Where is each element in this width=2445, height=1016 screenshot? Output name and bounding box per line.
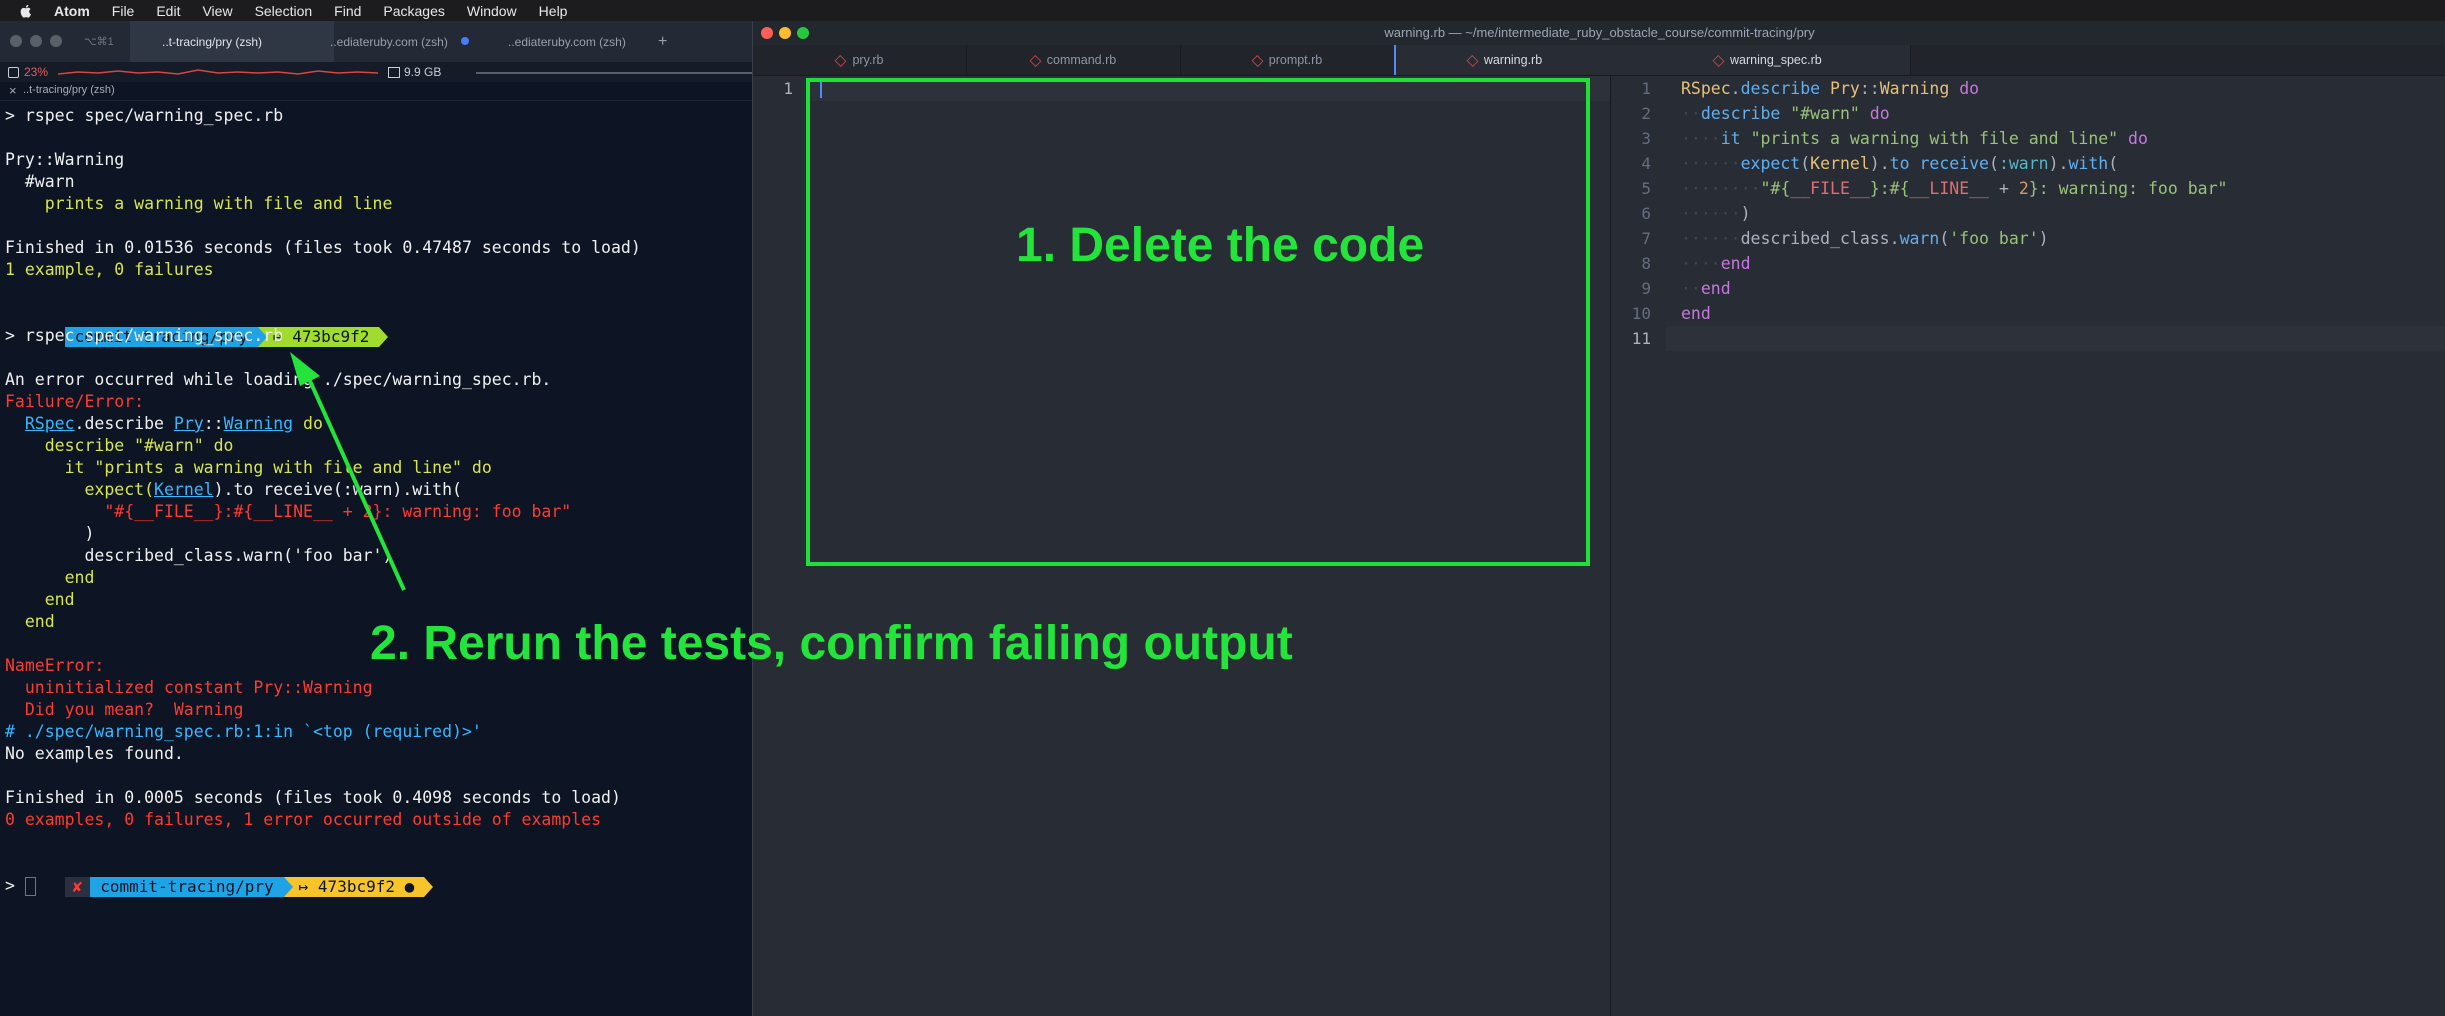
annotation-arrow — [290, 352, 406, 591]
